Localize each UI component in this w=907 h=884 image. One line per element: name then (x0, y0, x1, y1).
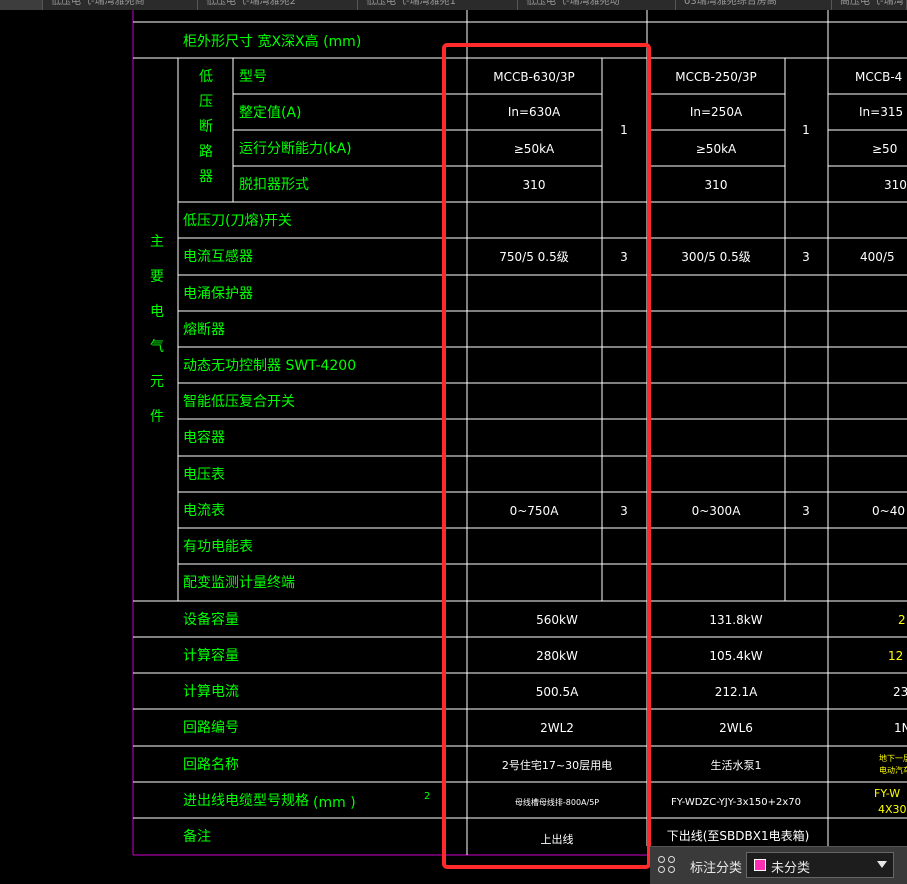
setting-label: 整定值(A) (239, 105, 302, 121)
annotation-category-bar: 标注分类 未分类 (650, 846, 907, 884)
col3-current: 23 (893, 685, 907, 699)
equipment-capacity-label: 设备容量 (183, 611, 239, 628)
circuit-number-label: 回路编号 (183, 720, 239, 736)
main-elements-char-2: 要 (150, 269, 164, 285)
monitoring-terminal-label: 配变监测计量终端 (183, 575, 295, 591)
col1-note: 上出线 (541, 832, 574, 846)
calculated-current-label: 计算电流 (183, 684, 239, 700)
col2-trip: 310 (705, 178, 728, 192)
col1-circuit-no: 2WL2 (540, 721, 574, 735)
main-elements-char-6: 件 (150, 409, 164, 425)
grid-icon[interactable] (658, 856, 678, 876)
col3-circuit-name-line1: 地下一层 (879, 753, 907, 763)
col2-circuit-no: 2WL6 (719, 721, 753, 735)
breaker-group-char-1: 低 (199, 69, 213, 85)
annotation-category-select[interactable]: 未分类 (746, 852, 894, 878)
col3-breaking: ≥50 (872, 142, 897, 156)
table-grid (132, 10, 907, 856)
main-elements-char-5: 元 (150, 374, 164, 390)
col2-ammeter: 0~300A (692, 504, 742, 518)
col3-trip: 310 (884, 178, 907, 192)
ammeter-label: 电流表 (183, 503, 225, 519)
col1-model: MCCB-630/3P (493, 70, 575, 84)
cabinet-size-label: 柜外形尺寸 宽X深X高 (mm) (183, 33, 361, 50)
cable-spec-unit: (mm ) (313, 795, 356, 811)
main-elements-char-4: 气 (150, 339, 164, 355)
reactive-controller-label: 动态无功控制器 SWT-4200 (183, 358, 356, 374)
col3-model: MCCB-4 (855, 70, 902, 84)
breaker-group-char-2: 压 (199, 94, 213, 110)
breaking-capacity-label: 运行分断能力(kA) (239, 141, 352, 157)
cable-spec-label: 进出线电缆型号规格 (183, 793, 309, 809)
trip-type-label: 脱扣器形式 (239, 177, 309, 193)
col1-setting: In=630A (508, 105, 561, 119)
energy-meter-label: 有功电能表 (183, 539, 253, 555)
cad-drawing-canvas[interactable]: 柜外形尺寸 宽X深X高 (mm) 主 要 电 气 元 件 低 压 断 路 器 型… (0, 0, 907, 884)
surge-protector-label: 电涌保护器 (183, 286, 253, 302)
main-elements-char-1: 主 (150, 234, 164, 250)
composite-switch-label: 智能低压复合开关 (183, 393, 295, 410)
col2-calc-capacity: 105.4kW (709, 649, 762, 663)
calculated-capacity-label: 计算容量 (183, 647, 239, 664)
voltmeter-label: 电压表 (183, 467, 225, 483)
col2-cable: FY-WDZC-YJY-3x150+2x70 (671, 797, 801, 808)
main-elements-char-3: 电 (150, 304, 164, 320)
col1-ct-qty: 3 (620, 250, 628, 264)
col3-capacity: 2 (898, 613, 906, 627)
col1-trip: 310 (523, 178, 546, 192)
col1-cable: 母线槽母线排-800A/5P (515, 797, 599, 807)
col1-ct: 750/5 0.5级 (499, 250, 568, 264)
col2-capacity: 131.8kW (709, 613, 762, 627)
col2-ct: 300/5 0.5级 (681, 250, 750, 264)
col3-calc-capacity: 12 (888, 649, 903, 663)
col2-breaking: ≥50kA (696, 142, 737, 156)
col2-current: 212.1A (715, 685, 758, 699)
knife-switch-label: 低压刀(刀熔)开关 (183, 213, 292, 229)
col3-cable-line1: FY-W (874, 787, 900, 800)
annotation-category-label: 标注分类 (690, 861, 743, 876)
col2-model: MCCB-250/3P (675, 70, 757, 84)
breaker-group-char-5: 器 (199, 169, 213, 185)
col3-circuit-name-line2: 电动汽车 (879, 765, 907, 775)
annotation-category-value: 未分类 (771, 861, 811, 876)
model-label: 型号 (239, 69, 267, 85)
fuse-label: 熔断器 (183, 322, 225, 338)
col1-current: 500.5A (536, 685, 579, 699)
cable-spec-superscript: 2 (424, 791, 430, 802)
category-color-swatch (754, 859, 766, 871)
col2-note: 下出线(至SBDBX1电表箱) (667, 828, 810, 843)
col2-breaker-qty: 1 (802, 123, 810, 137)
col1-calc-capacity: 280kW (536, 649, 578, 663)
remark-label: 备注 (183, 828, 211, 845)
col1-breaking: ≥50kA (514, 142, 555, 156)
chevron-down-icon (877, 861, 887, 868)
col3-cable-line2: 4X30 (878, 803, 907, 816)
breaker-group-char-3: 断 (199, 119, 213, 135)
circuit-name-label: 回路名称 (183, 757, 239, 773)
col1-circuit-name: 2号住宅17~30层用电 (502, 758, 612, 772)
col3-setting: In=315 (859, 105, 903, 119)
col1-ammeter: 0~750A (510, 504, 560, 518)
col1-ammeter-qty: 3 (620, 504, 628, 518)
col2-ct-qty: 3 (802, 250, 810, 264)
col3-circuit-no: 1N (894, 721, 907, 735)
current-transformer-label: 电流互感器 (183, 248, 253, 265)
col2-ammeter-qty: 3 (802, 504, 810, 518)
capacitor-label: 电容器 (183, 429, 225, 446)
col2-circuit-name: 生活水泵1 (711, 758, 762, 772)
col3-ct: 400/5 (860, 250, 895, 264)
breaker-group-char-4: 路 (199, 144, 213, 160)
col1-breaker-qty: 1 (620, 123, 628, 137)
col1-capacity: 560kW (536, 613, 578, 627)
col3-ammeter: 0~40 (872, 504, 905, 518)
col2-setting: In=250A (690, 105, 743, 119)
